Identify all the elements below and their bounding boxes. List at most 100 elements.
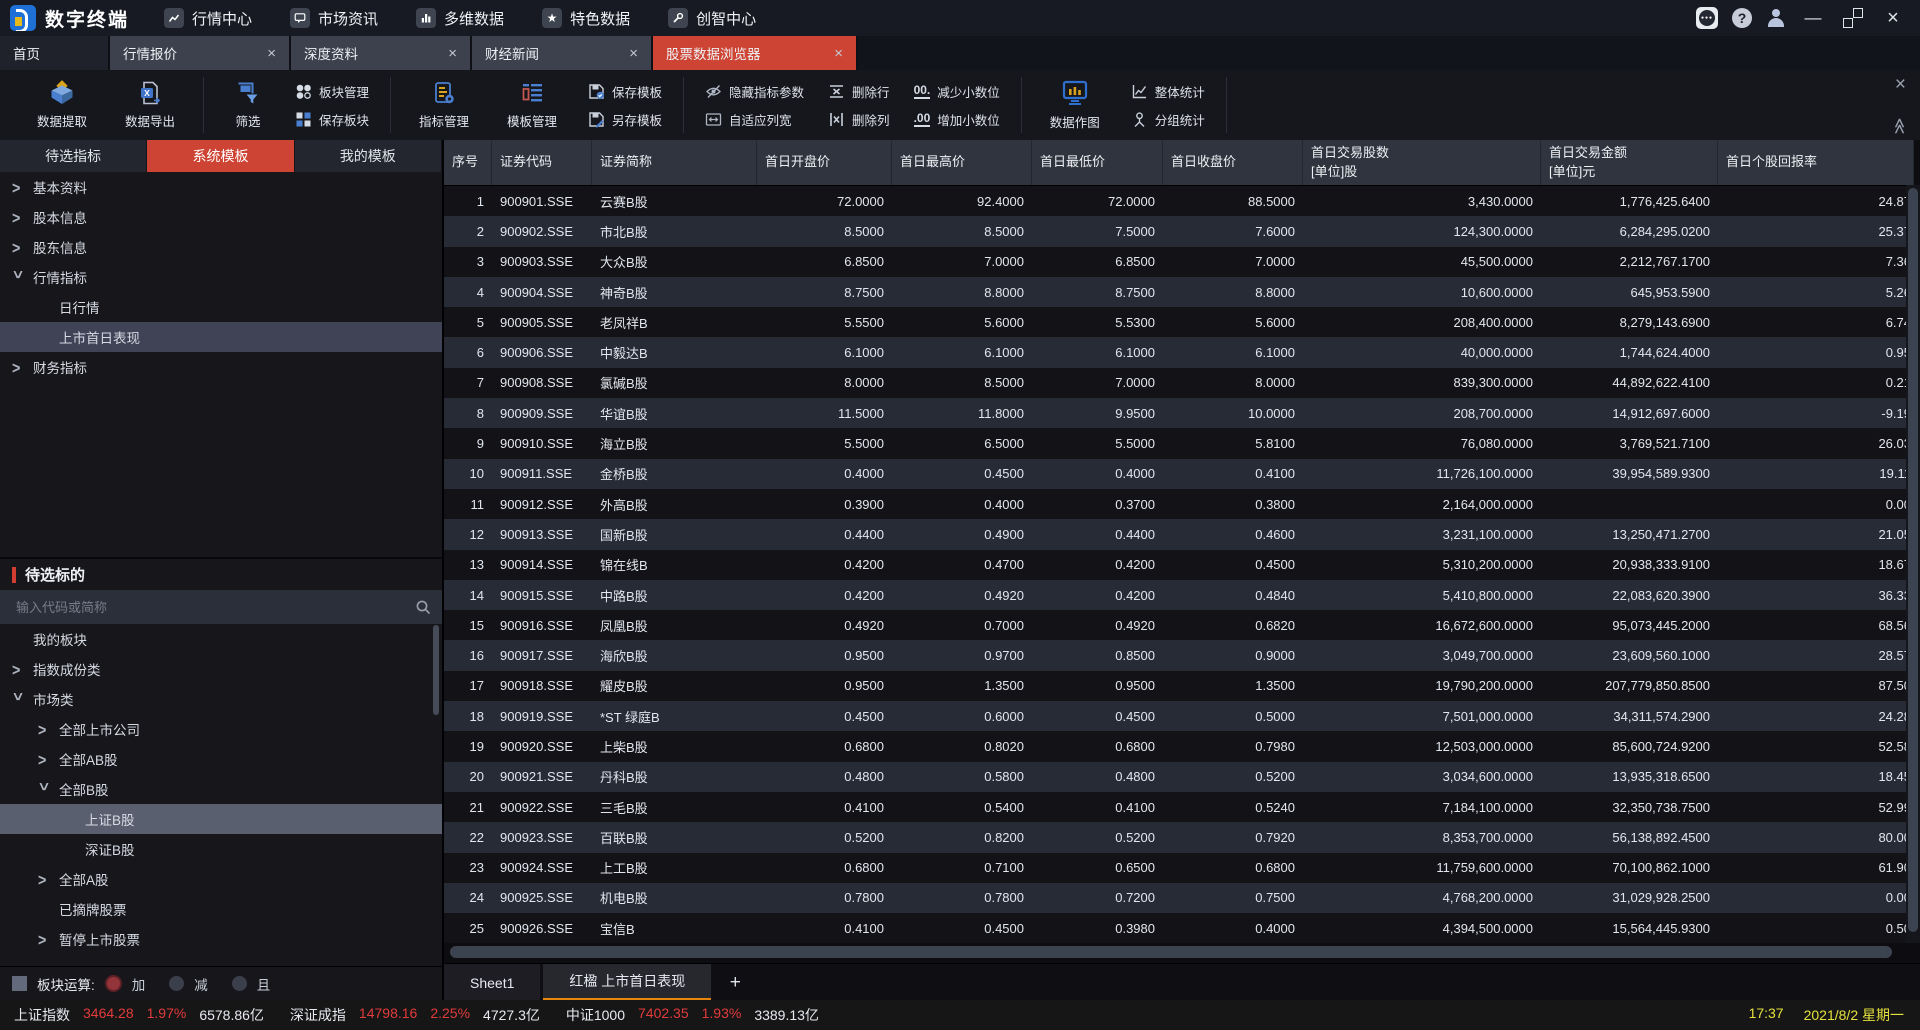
table-row[interactable]: 16900917.SSE海欣B股0.95000.97000.85000.9000…	[444, 640, 1914, 670]
top-tab[interactable]: 深度资料×	[291, 36, 472, 70]
radio-and-label[interactable]: 且	[257, 974, 271, 994]
table-row[interactable]: 9900910.SSE海立B股5.50006.50005.50005.81007…	[444, 428, 1914, 458]
tree-item[interactable]: >全部上市公司	[0, 714, 442, 744]
data-plot-button[interactable]: 数据作图	[1031, 79, 1119, 131]
sidebar-tab-my-templates[interactable]: 我的模板	[295, 140, 442, 172]
tree-item[interactable]: >全部B股	[0, 774, 442, 804]
table-row[interactable]: 11900912.SSE外高B股0.39000.40000.37000.3800…	[444, 489, 1914, 519]
top-tab[interactable]: 首页	[0, 36, 110, 70]
template-manage-button[interactable]: 模板管理	[488, 80, 576, 130]
delete-column-button[interactable]: 删除列	[828, 110, 890, 129]
menu-featured-data[interactable]: ★ 特色数据	[523, 0, 649, 36]
sidebar-tab-pending-indicators[interactable]: 待选指标	[0, 140, 147, 172]
block-op-checkbox[interactable]	[12, 976, 27, 991]
horizontal-scrollbar-handle[interactable]	[450, 946, 1892, 958]
table-row[interactable]: 17900918.SSE耀皮B股0.95001.35000.95001.3500…	[444, 671, 1914, 701]
menu-market-news[interactable]: 市场资讯	[271, 0, 397, 36]
tree-item[interactable]: >股东信息	[0, 232, 442, 262]
table-row[interactable]: 12900913.SSE国新B股0.44000.49000.44000.4600…	[444, 519, 1914, 549]
table-row[interactable]: 10900911.SSE金桥B股0.40000.45000.40000.4100…	[444, 459, 1914, 489]
table-row[interactable]: 8900909.SSE华谊B股11.500011.80009.950010.00…	[444, 398, 1914, 428]
user-icon[interactable]	[1766, 8, 1786, 28]
sheet-tab[interactable]: Sheet1	[444, 964, 540, 1000]
vertical-scrollbar-handle[interactable]	[1908, 188, 1918, 932]
column-header[interactable]: 首日开盘价	[757, 140, 892, 185]
table-row[interactable]: 18900919.SSE*ST 绿庭B0.45000.60000.45000.5…	[444, 701, 1914, 731]
top-tab[interactable]: 行情报价×	[110, 36, 291, 70]
decrease-decimal-button[interactable]: 00. 减少小数位	[914, 82, 1000, 101]
data-extract-button[interactable]: 数据提取	[18, 80, 106, 130]
tree-item[interactable]: >财务指标	[0, 352, 442, 382]
save-as-template-button[interactable]: 另存模板	[588, 110, 662, 129]
help-icon[interactable]: ?	[1732, 8, 1752, 28]
indicator-manage-button[interactable]: 指标管理	[400, 80, 488, 130]
tree-item[interactable]: >上市首日表现	[0, 322, 442, 352]
tree-item[interactable]: >市场类	[0, 684, 442, 714]
table-row[interactable]: 7900908.SSE氯碱B股8.00008.50007.00008.00008…	[444, 368, 1914, 398]
delete-row-button[interactable]: 删除行	[828, 82, 890, 101]
top-tab[interactable]: 股票数据浏览器×	[653, 36, 858, 70]
table-row[interactable]: 24900925.SSE机电B股0.78000.78000.72000.7500…	[444, 883, 1914, 913]
group-stats-button[interactable]: 分组统计	[1131, 110, 1205, 129]
table-row[interactable]: 2900902.SSE市北B股8.50008.50007.50007.60001…	[444, 216, 1914, 246]
column-header[interactable]: 证券代码	[492, 140, 592, 185]
panel-close-icon[interactable]: ×	[1895, 74, 1906, 96]
table-row[interactable]: 1900901.SSE云赛B股72.000092.400072.000088.5…	[444, 186, 1914, 216]
menu-innovation-center[interactable]: 创智中心	[649, 0, 775, 36]
top-tab[interactable]: 财经新闻×	[472, 36, 653, 70]
tree-item[interactable]: >行情指标	[0, 262, 442, 292]
tree-item[interactable]: >我的板块	[0, 624, 442, 654]
table-row[interactable]: 19900920.SSE上柴B股0.68000.80200.68000.7980…	[444, 731, 1914, 761]
table-row[interactable]: 5900905.SSE老凤祥B5.55005.60005.53005.60002…	[444, 307, 1914, 337]
table-row[interactable]: 4900904.SSE神奇B股8.75008.80008.75008.80001…	[444, 277, 1914, 307]
sheet-tab[interactable]: 红楹 上市首日表现	[543, 964, 711, 1000]
radio-and[interactable]	[232, 976, 247, 991]
tab-close-icon[interactable]: ×	[448, 46, 457, 61]
column-header[interactable]: 证券简称	[592, 140, 757, 185]
column-header[interactable]: 首日交易股数[单位]股	[1303, 140, 1541, 185]
save-block-button[interactable]: 保存板块	[295, 110, 369, 129]
table-row[interactable]: 3900903.SSE大众B股6.85007.00006.85007.00004…	[444, 247, 1914, 277]
column-header[interactable]: 首日最高价	[892, 140, 1032, 185]
table-row[interactable]: 6900906.SSE中毅达B6.10006.10006.10006.10004…	[444, 337, 1914, 367]
radio-add[interactable]	[105, 975, 122, 992]
column-header[interactable]: 首日收盘价	[1163, 140, 1303, 185]
tab-close-icon[interactable]: ×	[834, 46, 843, 61]
minimize-button[interactable]: —	[1800, 8, 1826, 28]
hide-indicator-params-button[interactable]: 隐藏指标参数	[705, 82, 804, 101]
column-header[interactable]: 首日最低价	[1032, 140, 1163, 185]
tree-item[interactable]: >指数成份类	[0, 654, 442, 684]
tree-item[interactable]: >已摘牌股票	[0, 894, 442, 924]
overall-stats-button[interactable]: 整体统计	[1131, 82, 1205, 101]
tab-close-icon[interactable]: ×	[267, 46, 276, 61]
tree-item[interactable]: >深证B股	[0, 834, 442, 864]
tree-item[interactable]: >全部A股	[0, 864, 442, 894]
tree-item[interactable]: >股本信息	[0, 202, 442, 232]
radio-subtract-label[interactable]: 减	[194, 974, 208, 994]
menu-multidim-data[interactable]: 多维数据	[397, 0, 523, 36]
vertical-scrollbar[interactable]	[1906, 185, 1920, 943]
search-input[interactable]	[14, 599, 415, 616]
column-header[interactable]: 序号	[444, 140, 492, 185]
column-header[interactable]: 首日交易金额[单位]元	[1541, 140, 1718, 185]
menu-quote-center[interactable]: 行情中心	[145, 0, 271, 36]
table-row[interactable]: 23900924.SSE上工B股0.68000.71000.65000.6800…	[444, 853, 1914, 883]
table-row[interactable]: 25900926.SSE宝信B0.41000.45000.39800.40004…	[444, 913, 1914, 943]
tab-close-icon[interactable]: ×	[629, 46, 638, 61]
filter-button[interactable]: 筛选	[213, 80, 283, 130]
tree-item[interactable]: >全部AB股	[0, 744, 442, 774]
horizontal-scrollbar[interactable]	[450, 945, 1906, 959]
tree-item[interactable]: >上证B股	[0, 804, 442, 834]
add-sheet-button[interactable]: +	[714, 964, 756, 1000]
save-template-button[interactable]: 保存模板	[588, 82, 662, 101]
column-header[interactable]: 首日个股回报率	[1718, 140, 1914, 185]
table-row[interactable]: 15900916.SSE凤凰B股0.49200.70000.49200.6820…	[444, 610, 1914, 640]
table-row[interactable]: 21900922.SSE三毛B股0.41000.54000.41000.5240…	[444, 792, 1914, 822]
tree-item[interactable]: >日行情	[0, 292, 442, 322]
search-icon[interactable]	[415, 599, 432, 616]
close-button[interactable]: ×	[1880, 7, 1906, 30]
tree-item[interactable]: >基本资料	[0, 172, 442, 202]
targets-tree-scrollbar[interactable]	[433, 625, 439, 715]
tree-item[interactable]: >暂停上市股票	[0, 924, 442, 954]
message-icon[interactable]: ●●●	[1696, 7, 1718, 29]
